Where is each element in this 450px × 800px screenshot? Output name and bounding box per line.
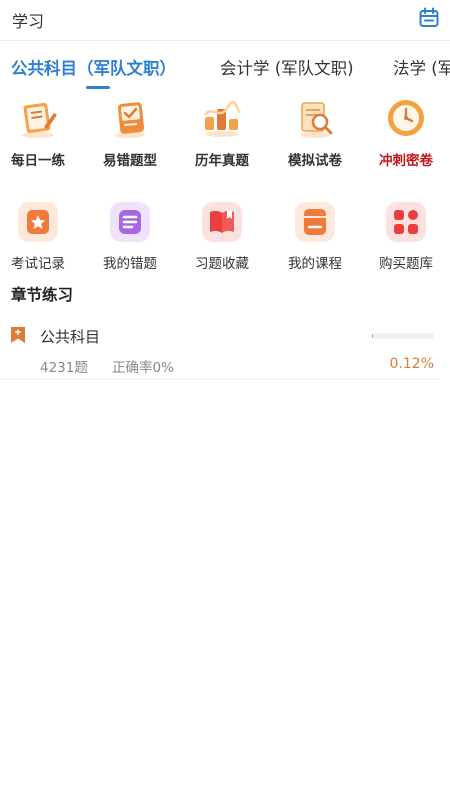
bookmark-icon (11, 327, 25, 343)
mock-exam-label: 模拟试卷 (288, 153, 342, 169)
calendar-icon[interactable] (418, 7, 440, 29)
tab-public-subjects[interactable]: 公共科目（军队文职） (11, 55, 176, 79)
daily-practice-button[interactable]: 每日一练 (0, 97, 76, 169)
chapter-progress-fill (372, 333, 373, 339)
tab-accounting[interactable]: 会计学 (军队文职) (220, 55, 354, 79)
mock-exam-button[interactable]: 模拟试卷 (277, 97, 353, 169)
error-prone-label: 易错题型 (103, 153, 157, 169)
sprint-exam-button[interactable]: 冲刺密卷 (368, 97, 444, 169)
my-mistakes-label: 我的错题 (103, 256, 157, 272)
sprint-exam-icon (388, 100, 424, 136)
my-courses-button[interactable]: 我的课程 (277, 200, 353, 272)
error-prone-button[interactable]: 易错题型 (92, 97, 168, 169)
daily-practice-label: 每日一练 (11, 153, 65, 169)
past-papers-button[interactable]: 历年真题 (184, 97, 260, 169)
tab-indicator (86, 86, 110, 89)
chapter-divider (0, 379, 440, 380)
favorites-icon (202, 202, 242, 242)
chapter-item[interactable]: 公共科目 4231题 正确率0% 0.12% (0, 318, 450, 380)
section-title: 章节练习 (11, 286, 74, 304)
favorites-label: 习题收藏 (195, 256, 249, 272)
past-papers-icon (203, 101, 242, 137)
subject-tabs: 公共科目（军队文职） 会计学 (军队文职) 法学 (军 (0, 41, 450, 91)
accuracy-text: 正确率0% (112, 360, 174, 376)
my-courses-label: 我的课程 (288, 256, 342, 272)
exam-record-icon (18, 202, 58, 242)
my-mistakes-icon (110, 202, 150, 242)
buy-bank-button[interactable]: 购买题库 (368, 200, 444, 272)
sprint-exam-label: 冲刺密卷 (379, 153, 433, 169)
daily-practice-icon (22, 102, 57, 138)
my-courses-icon (295, 202, 335, 242)
question-count: 4231题 (40, 360, 88, 376)
exam-record-label: 考试记录 (11, 256, 65, 272)
past-papers-label: 历年真题 (195, 153, 249, 169)
mock-exam-icon (300, 102, 333, 138)
progress-percent: 0.12% (389, 356, 434, 372)
buy-bank-label: 购买题库 (379, 256, 433, 272)
buy-bank-icon (386, 202, 426, 242)
favorites-button[interactable]: 习题收藏 (184, 200, 260, 272)
my-mistakes-button[interactable]: 我的错题 (92, 200, 168, 272)
chapter-name: 公共科目 (40, 328, 101, 346)
chapter-progress-bar (372, 333, 434, 339)
exam-record-button[interactable]: 考试记录 (0, 200, 76, 272)
error-prone-icon (115, 102, 145, 138)
app-header: 学习 (0, 0, 450, 40)
tab-law[interactable]: 法学 (军 (393, 55, 450, 79)
page-title: 学习 (12, 12, 45, 31)
